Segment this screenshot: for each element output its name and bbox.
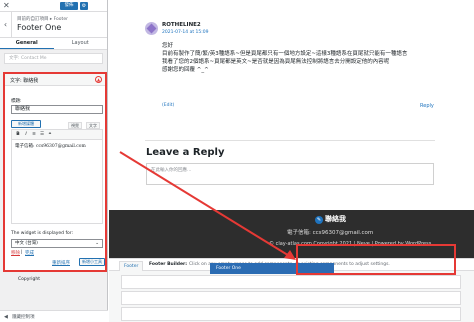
pencil-icon[interactable]: ✎ [315,216,323,224]
widget-header-label: 文字: 聯絡我 [10,78,39,84]
footer-widget-title: ✎ 聯絡我 [315,214,346,224]
sidebar-footer: ◀ 隱藏控制項 [0,310,108,322]
comment-body: 您好 目前有製作了簡/繁/英3種語系~但是頁尾都只有一個地方設定~這樣3種語系在… [162,42,432,74]
close-icon[interactable]: ✕ [3,2,11,10]
sidebar-tabs: General Layout [0,38,107,50]
text-editor[interactable]: B I ≡ ☰ ⚭ 電子信箱: ccs96307@gmail.com [11,129,103,224]
footer-widget-title-text: 聯絡我 [325,215,346,223]
copyright-component[interactable]: Copyright [18,277,40,282]
hide-controls-link[interactable]: 隱藏控制項 [12,314,35,320]
comment-author[interactable]: ROTHELINE2 [162,22,201,28]
publish-button[interactable]: 發佈 [60,2,78,10]
done-link[interactable]: 完成 [25,250,34,256]
add-media-button[interactable]: 新增媒體 [11,120,41,128]
section-title: Footer One [17,23,62,32]
tab-text[interactable]: 文字 [86,122,100,129]
footer-one-label: Footer One [216,266,241,271]
tab-footer[interactable]: Footer [119,261,144,271]
builder-row-main[interactable] [121,291,461,305]
comment-line: 目前有製作了簡/繁/英3種語系~但是頁尾都只有一個地方設定~這樣3種語系在頁尾就… [162,51,408,57]
widget-header[interactable]: 文字: 聯絡我 ▲ [5,74,105,86]
back-chevron-icon[interactable]: ‹ [0,12,12,38]
builder-row-top[interactable] [121,275,461,289]
numbered-list-icon[interactable]: ☰ [38,130,46,139]
gear-icon[interactable]: ⚙ [80,2,88,10]
italic-icon[interactable]: I [22,130,30,139]
builder-label: Footer Builder: [149,262,188,267]
remove-link[interactable]: 移除 [11,250,20,256]
widget-item-contact-me[interactable]: 文字: Contact Me [4,53,103,64]
link-icon[interactable]: ⚭ [46,130,54,139]
reply-link[interactable]: Reply [420,103,434,109]
divider [145,140,435,141]
leave-reply-title: Leave a Reply [146,147,225,158]
bullet-list-icon[interactable]: ≡ [30,130,38,139]
edit-link[interactable]: (Edit) [162,103,174,108]
chevron-down-icon: ⌄ [95,241,99,246]
language-select-value: 中文 (台灣) [15,241,38,246]
section-header: ‹ 目前的自訂項目 ▸ Footer Footer One [0,12,107,38]
collapse-sidebar-icon[interactable]: ◀ [4,314,8,320]
bold-icon[interactable]: B [14,130,22,139]
builder-row-bottom[interactable] [121,307,461,321]
tab-layout[interactable]: Layout [54,38,108,49]
collapse-arrow-icon[interactable]: ▲ [95,76,102,83]
tab-visual[interactable]: 視覺 [68,122,82,129]
footer-email: 電子信箱: ccs96307@gmail.com [287,230,374,236]
link-separator: | [21,250,23,255]
reply-textarea[interactable]: 在此輸入你的回應… [146,163,434,185]
add-widget-button[interactable]: 新增小工具 [79,258,105,266]
comment-line: 您好 [162,43,174,49]
reorder-link[interactable]: 重新排序 [52,260,70,266]
avatar [145,22,158,35]
sidebar-topbar: ✕ 發佈 ⚙ [0,0,107,12]
footer-one-highlight [296,244,456,275]
customizer-sidebar: ✕ 發佈 ⚙ ‹ 目前的自訂項目 ▸ Footer Footer One Gen… [0,0,108,322]
editor-content: 電子信箱: ccs96307@gmail.com [15,144,86,149]
comment-date[interactable]: 2021-07-14 at 15:09 [162,30,209,35]
comment-line: 我看了您的2個語系~頁尾都是英文~是否就是因為頁尾無法控制將語言去分開設定他的內… [162,59,390,65]
title-label: 標題: [11,99,22,104]
editor-toolbar: B I ≡ ☰ ⚭ [12,130,102,140]
title-input[interactable]: 聯絡我 [11,105,103,114]
text-widget-panel: 文字: 聯絡我 ▲ 標題: 聯絡我 新增媒體 視覺 文字 B I ≡ ☰ ⚭ 電… [3,72,107,272]
tab-general[interactable]: General [0,38,54,49]
display-label: The widget is displayed for: [11,231,74,236]
language-select[interactable]: 中文 (台灣) ⌄ [11,239,103,248]
comment-line: 感謝您的回覆 ^_^ [162,67,209,73]
breadcrumb: 目前的自訂項目 ▸ Footer [17,17,68,22]
